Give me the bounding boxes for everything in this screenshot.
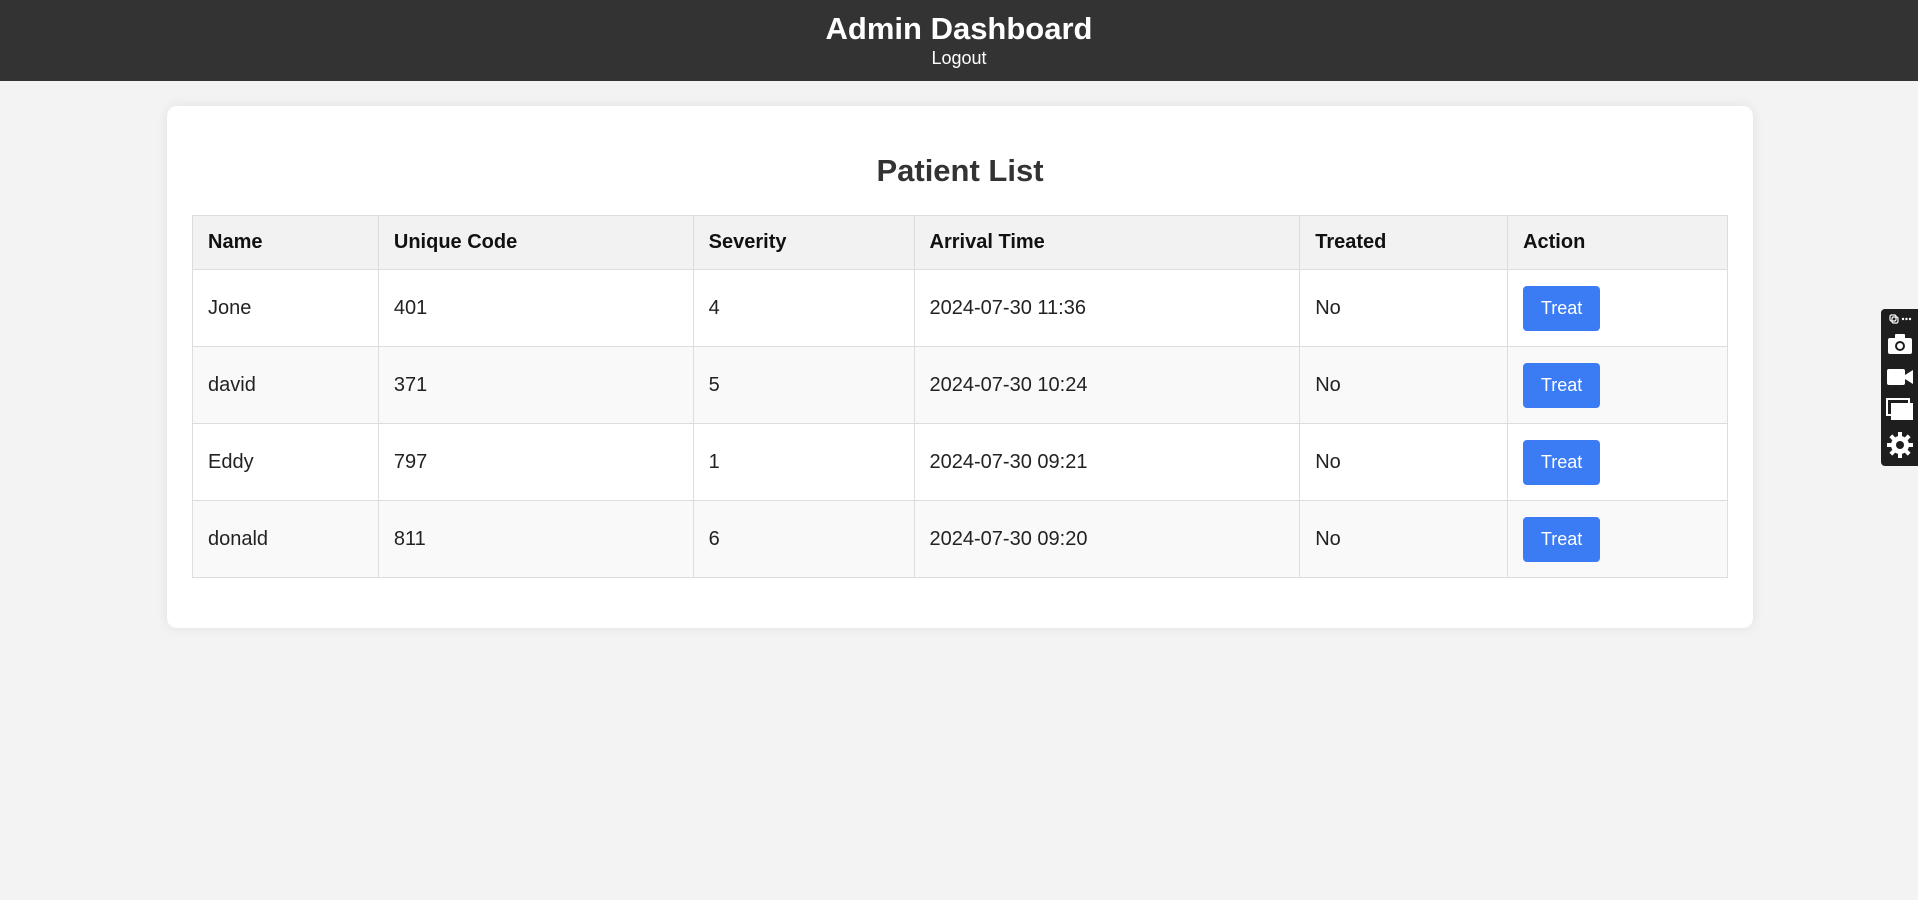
cell-name: david: [192, 346, 379, 424]
cell-action: Treat: [1507, 500, 1728, 578]
cell-action: Treat: [1507, 269, 1728, 347]
cell-unique-code: 401: [377, 269, 694, 347]
page-title: Admin Dashboard: [825, 11, 1093, 46]
video-camera-icon[interactable]: [1881, 363, 1918, 391]
cell-name: Jone: [192, 269, 379, 347]
cell-name: Eddy: [192, 423, 379, 501]
patient-table: Name Unique Code Severity Arrival Time T…: [192, 215, 1728, 578]
cell-severity: 4: [692, 269, 915, 347]
column-header-treated: Treated: [1299, 215, 1509, 270]
cell-arrival-time: 2024-07-30 10:24: [913, 346, 1301, 424]
cell-arrival-time: 2024-07-30 11:36: [913, 269, 1301, 347]
column-header-arrival-time: Arrival Time: [913, 215, 1301, 270]
cell-arrival-time: 2024-07-30 09:21: [913, 423, 1301, 501]
table-row: Eddy 797 1 2024-07-30 09:21 No Treat: [192, 423, 1728, 501]
table-row: david 371 5 2024-07-30 10:24 No Treat: [192, 346, 1728, 424]
patient-list-card: Patient List Name Unique Code Severity A…: [167, 106, 1753, 628]
treat-button[interactable]: Treat: [1523, 439, 1601, 485]
treat-button[interactable]: Treat: [1523, 362, 1601, 408]
cell-name: donald: [192, 500, 379, 578]
cell-unique-code: 797: [377, 423, 694, 501]
cell-severity: 1: [692, 423, 915, 501]
cell-treated: No: [1299, 423, 1509, 501]
treat-button[interactable]: Treat: [1523, 516, 1601, 562]
table-header-row: Name Unique Code Severity Arrival Time T…: [192, 215, 1728, 270]
gear-icon[interactable]: [1881, 430, 1918, 460]
cell-unique-code: 811: [377, 500, 694, 578]
cell-severity: 5: [692, 346, 915, 424]
top-header: Admin Dashboard Logout: [0, 0, 1918, 81]
cell-treated: No: [1299, 500, 1509, 578]
windows-icon[interactable]: [1881, 396, 1918, 424]
cell-severity: 6: [692, 500, 915, 578]
logout-link[interactable]: Logout: [931, 48, 986, 69]
cell-action: Treat: [1507, 423, 1728, 501]
cell-treated: No: [1299, 269, 1509, 347]
cell-unique-code: 371: [377, 346, 694, 424]
cell-action: Treat: [1507, 346, 1728, 424]
column-header-action: Action: [1507, 215, 1728, 270]
column-header-unique-code: Unique Code: [377, 215, 694, 270]
table-row: Jone 401 4 2024-07-30 11:36 No Treat: [192, 269, 1728, 347]
treat-button[interactable]: Treat: [1523, 285, 1601, 331]
cell-treated: No: [1299, 346, 1509, 424]
table-row: donald 811 6 2024-07-30 09:20 No Treat: [192, 500, 1728, 578]
patient-list-heading: Patient List: [876, 153, 1044, 188]
column-header-severity: Severity: [692, 215, 915, 270]
side-toolbar: [1881, 309, 1918, 466]
link-more-icon[interactable]: [1881, 313, 1918, 325]
column-header-name: Name: [192, 215, 379, 270]
cell-arrival-time: 2024-07-30 09:20: [913, 500, 1301, 578]
camera-icon[interactable]: [1881, 330, 1918, 358]
